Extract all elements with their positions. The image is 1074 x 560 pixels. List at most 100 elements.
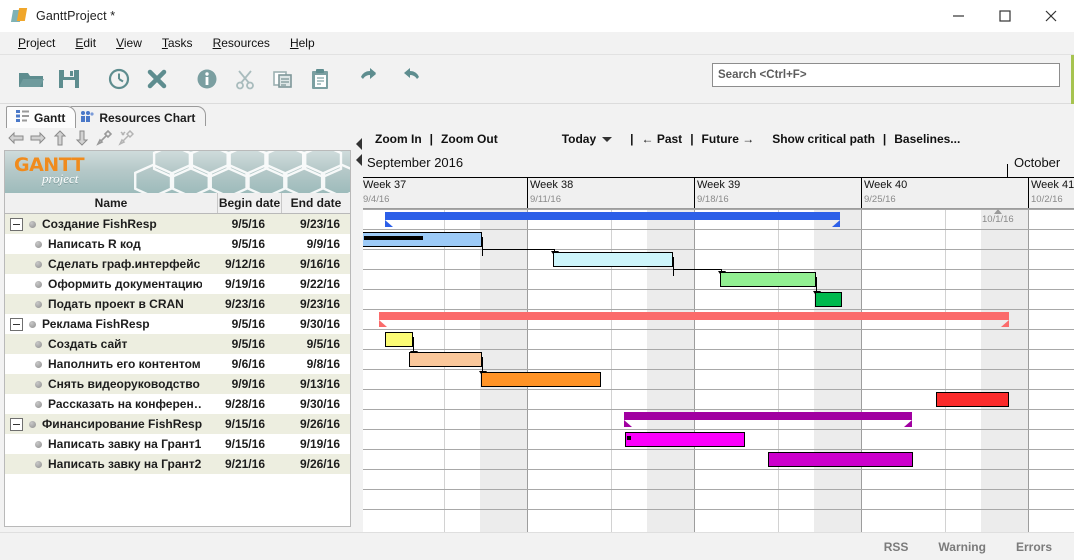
resources-tab-icon: [80, 110, 94, 125]
task-bar[interactable]: [768, 452, 913, 467]
task-bar[interactable]: [385, 332, 413, 347]
table-row[interactable]: Сделать граф.интерфейс 9/12/16 9/16/16: [5, 254, 350, 274]
menu-tasks[interactable]: Tasks: [152, 34, 203, 52]
rss-status[interactable]: RSS: [884, 540, 909, 554]
main-toolbar: [0, 55, 1074, 181]
collapse-toggle-icon[interactable]: [10, 217, 23, 231]
end-date-cell: 9/26/16: [299, 417, 340, 431]
zoom-out-button[interactable]: Zoom Out: [437, 132, 502, 146]
column-header-end-date[interactable]: End date: [282, 193, 350, 213]
past-button[interactable]: ← Past: [638, 132, 687, 146]
table-row[interactable]: Снять видеоруководство 9/9/16 9/13/16: [5, 374, 350, 394]
collapse-toggle-icon[interactable]: [10, 417, 23, 431]
cut-icon[interactable]: [226, 59, 264, 99]
task-name-cell: Финансирование FishResp: [5, 417, 202, 431]
future-button[interactable]: Future →: [698, 132, 759, 146]
table-row[interactable]: Оформить документацию 9/19/16 9/22/16: [5, 274, 350, 294]
minimize-icon[interactable]: [936, 0, 982, 32]
table-row[interactable]: Создать сайт 9/5/16 9/5/16: [5, 334, 350, 354]
maximize-icon[interactable]: [982, 0, 1028, 32]
open-project-icon[interactable]: [12, 59, 50, 99]
menu-resources[interactable]: Resources: [203, 34, 280, 52]
tab-gantt[interactable]: Gantt: [6, 106, 77, 128]
today-label: Today: [561, 132, 597, 146]
summary-task-bar[interactable]: [385, 212, 840, 227]
begin-date-cell: 9/19/16: [224, 277, 265, 291]
week-divider: [527, 178, 528, 208]
begin-date-cell: 9/5/16: [231, 237, 265, 251]
redo-icon[interactable]: [390, 59, 428, 99]
zoom-in-button[interactable]: Zoom In: [371, 132, 426, 146]
errors-status[interactable]: Errors: [1016, 540, 1052, 554]
tab-resources-chart[interactable]: Resources Chart: [70, 106, 207, 128]
task-bar[interactable]: [936, 392, 1009, 407]
task-table-toolbar: [0, 126, 355, 150]
task-name-cell: Создание FishResp: [5, 217, 202, 231]
task-bar[interactable]: [720, 272, 816, 287]
task-bar[interactable]: [409, 352, 482, 367]
task-name-cell: Снять видеоруководство: [5, 377, 202, 391]
table-row[interactable]: Создание FishResp 9/5/16 9/23/16: [5, 214, 350, 234]
copy-icon[interactable]: [264, 59, 302, 99]
baselines-button[interactable]: Baselines...: [890, 132, 964, 146]
table-row[interactable]: Рассказать на конферен… 9/28/16 9/30/16: [5, 394, 350, 414]
chart-toolbar: Zoom In | Zoom Out Today | ← Past | Futu…: [363, 126, 1074, 152]
search-input[interactable]: [712, 63, 1060, 87]
task-name-cell: Сделать граф.интерфейс: [5, 257, 202, 271]
show-critical-path-button[interactable]: Show critical path: [768, 132, 879, 146]
table-row[interactable]: Написать завку на Грант2 9/21/16 9/26/16: [5, 454, 350, 474]
task-bullet-icon: [35, 360, 42, 368]
begin-date-cell: 9/21/16: [224, 457, 265, 471]
delete-task-icon[interactable]: [138, 59, 176, 99]
today-button[interactable]: Today: [558, 132, 616, 146]
week-date: 9/25/16: [864, 194, 896, 205]
menu-edit[interactable]: Edit: [65, 34, 106, 52]
empty-rows-area[interactable]: [5, 474, 350, 526]
task-bullet-icon: [35, 340, 42, 348]
table-row[interactable]: Финансирование FishResp 9/15/16 9/26/16: [5, 414, 350, 434]
table-row[interactable]: Наполнить его контентом 9/6/16 9/8/16: [5, 354, 350, 374]
table-row[interactable]: Написать завку на Грант1 9/15/16 9/19/16: [5, 434, 350, 454]
task-name-cell: Наполнить его контентом: [5, 357, 202, 371]
undo-icon[interactable]: [352, 59, 390, 99]
week-header: Week 37 9/4/16: [363, 178, 527, 208]
task-bar[interactable]: [481, 372, 601, 387]
table-row[interactable]: Написать R код 9/5/16 9/9/16: [5, 234, 350, 254]
end-date-cell: 9/30/16: [299, 397, 340, 411]
summary-task-bar[interactable]: [379, 312, 1009, 327]
menu-help[interactable]: Help: [280, 34, 325, 52]
new-task-icon[interactable]: [100, 59, 138, 99]
task-rows: Создание FishResp 9/5/16 9/23/16 Написать R…: [5, 214, 350, 526]
save-project-icon[interactable]: [50, 59, 88, 99]
indent-icon[interactable]: [28, 128, 48, 148]
splitter-grip[interactable]: [356, 138, 363, 168]
task-bar[interactable]: [363, 232, 482, 247]
column-header-begin-date[interactable]: Begin date: [218, 193, 282, 213]
close-icon[interactable]: [1028, 0, 1074, 32]
task-properties-icon[interactable]: [188, 59, 226, 99]
outdent-icon[interactable]: [6, 128, 26, 148]
task-bar[interactable]: [625, 432, 745, 447]
summary-task-bar[interactable]: [624, 412, 912, 427]
week-header: Week 39 9/18/16: [694, 178, 861, 208]
table-row[interactable]: Реклама FishResp 9/5/16 9/30/16: [5, 314, 350, 334]
chevron-down-icon[interactable]: [602, 137, 613, 143]
task-bar[interactable]: [815, 292, 842, 307]
column-header-name[interactable]: Name: [5, 193, 218, 213]
pane-splitter[interactable]: [355, 126, 363, 533]
link-tasks-icon[interactable]: [94, 128, 114, 148]
menu-view[interactable]: View: [106, 34, 152, 52]
task-bar[interactable]: [553, 252, 673, 267]
table-row[interactable]: Подать проект в CRAN 9/23/16 9/23/16: [5, 294, 350, 314]
warning-status[interactable]: Warning: [938, 540, 986, 554]
unlink-tasks-icon[interactable]: [116, 128, 136, 148]
collapse-toggle-icon[interactable]: [10, 317, 23, 331]
move-up-icon[interactable]: [50, 128, 70, 148]
gantt-grid[interactable]: 10/1/16: [363, 209, 1074, 533]
week-label: Week 40: [864, 179, 908, 191]
move-down-icon[interactable]: [72, 128, 92, 148]
ganttproject-window: GanttProject * Project Edit View Tasks R…: [0, 0, 1074, 560]
task-name-cell: Рассказать на конферен…: [5, 397, 202, 411]
paste-icon[interactable]: [302, 59, 340, 99]
menu-project[interactable]: Project: [8, 34, 65, 52]
